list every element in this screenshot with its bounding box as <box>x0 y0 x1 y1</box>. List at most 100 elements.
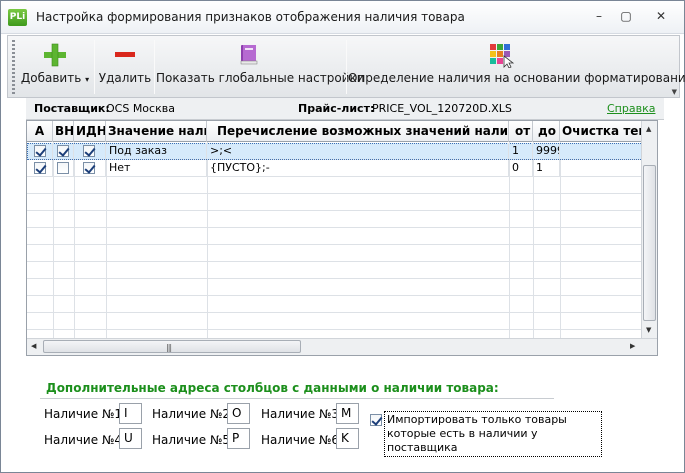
delete-button[interactable]: Удалить <box>98 38 152 95</box>
toolbar: Добавить ▾ Удалить Показать глобальные н… <box>7 35 685 98</box>
toolbar-separator <box>346 40 347 94</box>
add-button[interactable]: Добавить ▾ <box>20 38 90 95</box>
availability-5-input[interactable]: P <box>227 428 250 449</box>
scroll-grip-icon: ||| <box>166 343 172 352</box>
scroll-left-icon[interactable]: ◀ <box>31 342 36 350</box>
empty-row <box>27 296 643 313</box>
availability-6-input[interactable]: K <box>336 428 359 449</box>
column-header[interactable]: Значение налич <box>106 121 207 142</box>
toolbar-separator <box>154 40 155 94</box>
global-settings-label: Показать глобальные настройки <box>156 71 365 85</box>
checkbox-vn[interactable] <box>57 162 69 174</box>
pricelist-label: Прайс-лист: <box>298 102 375 115</box>
table-row[interactable]: Под заказ >;< 1 9999 <box>27 143 643 160</box>
supplier-label: Поставщик: <box>34 102 110 115</box>
checkbox-vn[interactable] <box>57 145 69 157</box>
cell-clean[interactable] <box>560 160 643 176</box>
cell-values[interactable]: {ПУСТО};- <box>207 160 509 176</box>
cell-from[interactable]: 0 <box>509 160 533 176</box>
import-available-only-checkbox[interactable] <box>370 414 382 426</box>
book-icon <box>240 45 258 65</box>
vertical-scroll-thumb[interactable] <box>643 165 656 321</box>
divider <box>40 398 554 399</box>
add-button-label: Добавить <box>20 71 82 85</box>
empty-row <box>27 177 643 194</box>
cell-to[interactable]: 9999 <box>533 143 560 159</box>
horizontal-scroll-thumb[interactable]: ||| <box>43 340 301 353</box>
toolbar-separator <box>94 40 95 94</box>
toolbar-grip[interactable] <box>12 40 15 94</box>
availability-5-label: Наличие №5: <box>152 433 235 447</box>
cell-vn[interactable] <box>53 160 74 176</box>
empty-row <box>27 313 643 330</box>
delete-button-label: Удалить <box>98 71 152 85</box>
title-bar: PLi Настройка формирования признаков ото… <box>1 1 684 34</box>
main-panel: Поставщик: OCS Москва Прайс-лист: PRICE_… <box>26 98 664 457</box>
cell-values[interactable]: >;< <box>207 143 509 159</box>
import-available-only-label[interactable]: Импортировать только товары которые есть… <box>384 411 602 457</box>
extra-columns-title: Дополнительные адреса столбцов с данными… <box>46 381 499 395</box>
cell-clean[interactable] <box>560 143 643 159</box>
column-header[interactable]: до <box>533 121 560 142</box>
cell-from[interactable]: 1 <box>509 143 533 159</box>
checkbox-a[interactable] <box>34 162 46 174</box>
vertical-scrollbar[interactable]: ▲ ▼ <box>641 121 657 339</box>
column-header[interactable]: Очистка текс <box>560 121 643 142</box>
checkbox-a[interactable] <box>34 145 46 157</box>
availability-2-label: Наличие №2: <box>152 407 235 421</box>
availability-3-input[interactable]: M <box>336 403 359 424</box>
empty-row <box>27 279 643 296</box>
availability-1-input[interactable]: I <box>119 403 142 424</box>
chevron-down-icon[interactable]: ▾ <box>85 75 89 84</box>
help-link[interactable]: Справка <box>607 102 655 115</box>
color-palette-icon <box>490 44 514 68</box>
cell-idn[interactable] <box>74 160 106 176</box>
availability-2-input[interactable]: O <box>227 403 250 424</box>
dialog-window: PLi Настройка формирования признаков ото… <box>0 0 685 473</box>
checkbox-idn[interactable] <box>83 145 95 157</box>
scroll-right-icon[interactable]: ▶ <box>630 342 635 350</box>
global-settings-button[interactable]: Показать глобальные настройки <box>156 38 365 95</box>
scroll-up-icon[interactable]: ▲ <box>646 125 651 133</box>
grid-header: А ВН ИДН Значение налич Перечисление воз… <box>27 121 643 142</box>
availability-1-label: Наличие №1: <box>44 407 127 421</box>
pricelist-value: PRICE_VOL_120720D.XLS <box>372 102 512 115</box>
cell-value[interactable]: Под заказ <box>106 143 207 159</box>
plus-icon <box>44 43 66 67</box>
column-header[interactable]: ВН <box>53 121 74 142</box>
minus-icon <box>115 52 135 57</box>
window-title: Настройка формирования признаков отображ… <box>36 10 465 24</box>
checkbox-idn[interactable] <box>83 162 95 174</box>
app-icon: PLi <box>8 9 27 26</box>
cell-a[interactable] <box>27 143 53 159</box>
empty-row <box>27 211 643 228</box>
toolbar-overflow-icon[interactable]: ▼ <box>672 88 677 96</box>
cell-idn[interactable] <box>74 143 106 159</box>
column-header[interactable]: ИДН <box>74 121 106 142</box>
close-button[interactable]: ✕ <box>648 7 674 25</box>
maximize-button[interactable]: ▢ <box>613 7 639 25</box>
info-bar: Поставщик: OCS Москва Прайс-лист: PRICE_… <box>26 98 664 120</box>
availability-4-input[interactable]: U <box>119 428 142 449</box>
column-header[interactable]: Перечисление возможных значений наличия <box>207 121 509 142</box>
horizontal-scrollbar[interactable]: ◀ ||| ▶ <box>27 338 657 355</box>
empty-row <box>27 262 643 279</box>
availability-4-label: Наличие №4: <box>44 433 127 447</box>
column-header[interactable]: от <box>509 121 533 142</box>
availability-3-label: Наличие №3: <box>261 407 344 421</box>
supplier-value: OCS Москва <box>106 102 175 115</box>
scroll-down-icon[interactable]: ▼ <box>646 326 651 334</box>
cell-to[interactable]: 1 <box>533 160 560 176</box>
formatting-detection-label: Определение наличия на основании формати… <box>348 71 685 85</box>
empty-row <box>27 245 643 262</box>
table-row[interactable]: Нет {ПУСТО};- 0 1 <box>27 160 643 177</box>
column-header[interactable]: А <box>27 121 53 142</box>
cell-a[interactable] <box>27 160 53 176</box>
minimize-button[interactable]: – <box>586 7 612 25</box>
formatting-detection-button[interactable]: Определение наличия на основании формати… <box>348 38 685 95</box>
cell-value[interactable]: Нет <box>106 160 207 176</box>
empty-row <box>27 228 643 245</box>
availability-grid[interactable]: А ВН ИДН Значение налич Перечисление воз… <box>26 120 658 356</box>
empty-row <box>27 194 643 211</box>
cell-vn[interactable] <box>53 143 74 159</box>
